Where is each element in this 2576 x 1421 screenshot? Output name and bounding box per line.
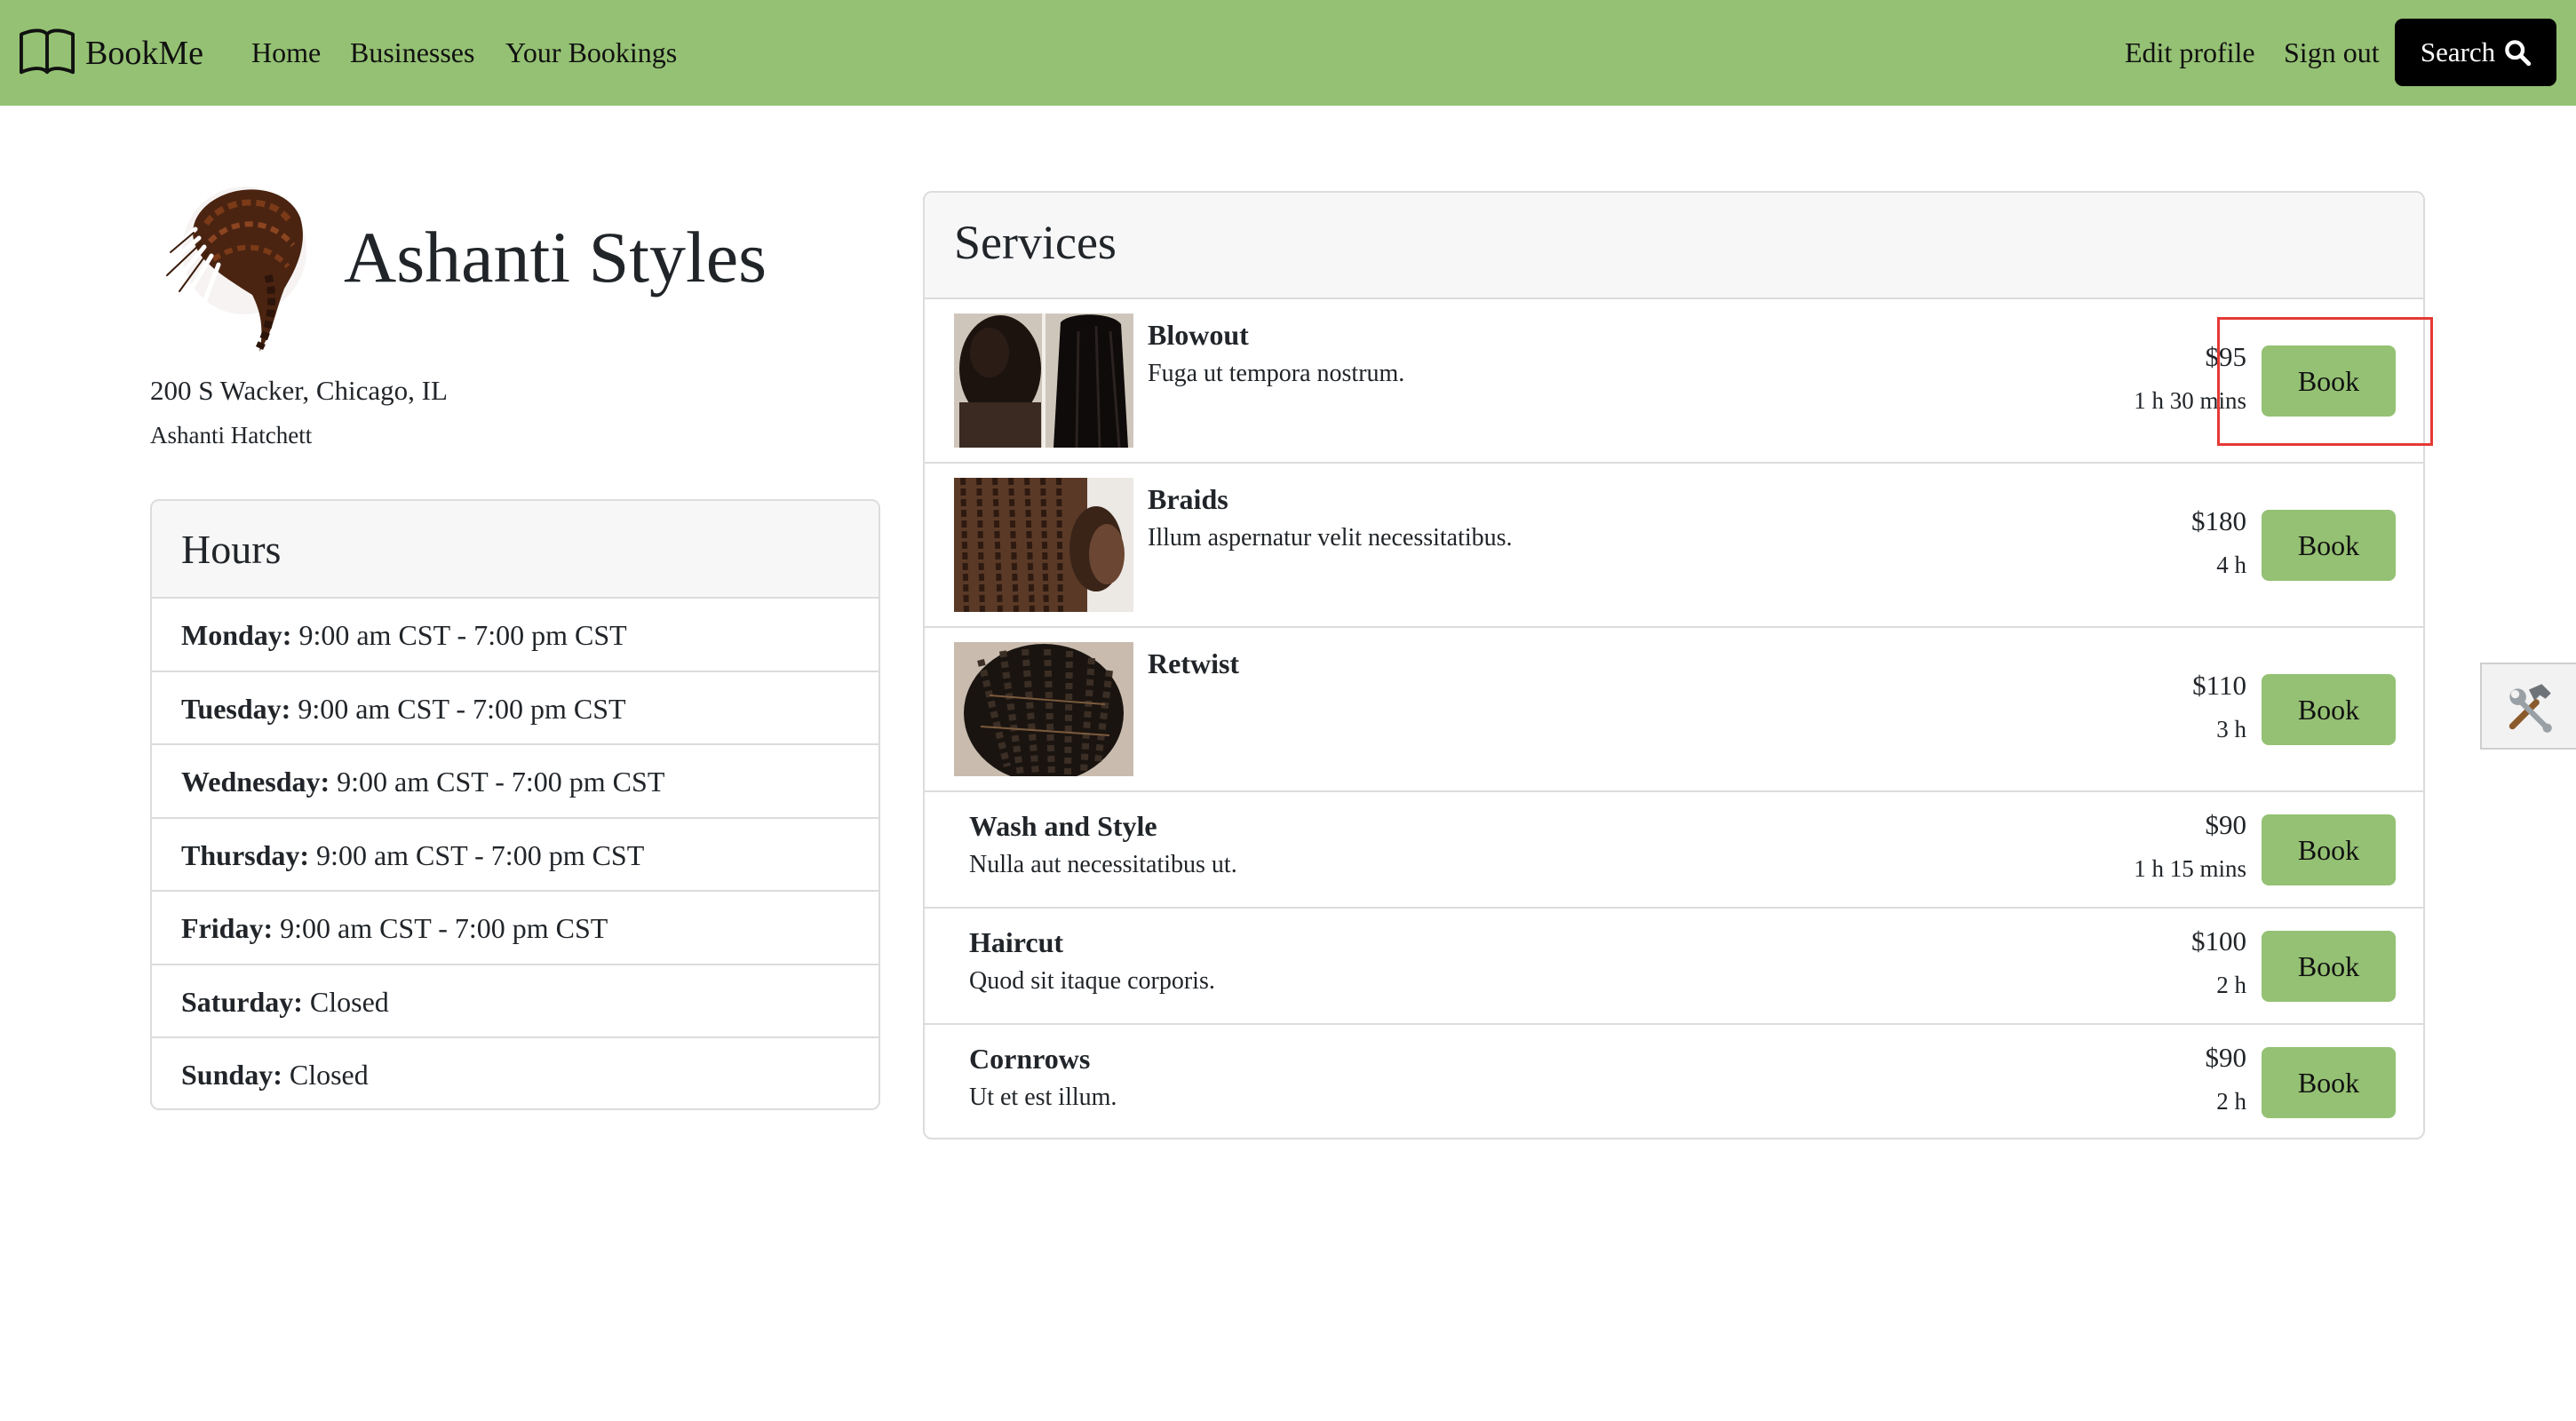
service-row-haircut: Haircut Quod sit itaque corporis. $100 2… [925,909,2423,1025]
retwist-photo [954,642,1133,776]
search-button[interactable]: Search [2395,19,2556,86]
hours-row-tuesday: Tuesday: 9:00 am CST - 7:00 pm CST [152,672,879,745]
business-address: 200 S Wacker, Chicago, IL [150,375,448,406]
service-name: Wash and Style [969,810,1157,842]
day-label: Sunday: [181,1059,282,1091]
service-duration: 1 h 15 mins [2134,855,2246,882]
service-name: Retwist [1148,647,1240,679]
tools-button[interactable] [2480,663,2576,750]
day-label: Saturday: [181,985,303,1018]
service-description: Fuga ut tempora nostrum. [1148,360,1405,387]
nav-link-businesses[interactable]: Businesses [350,33,474,72]
book-button-blowout[interactable]: Book [2262,345,2396,417]
day-label: Friday: [181,912,274,944]
service-name: Braids [1148,483,1228,515]
service-price: $90 [2205,1042,2247,1073]
business-owner: Ashanti Hatchett [150,422,313,449]
service-name: Blowout [1148,319,1249,351]
service-row-wash-and-style: Wash and Style Nulla aut necessitatibus … [925,792,2423,909]
search-button-label: Search [2420,36,2496,67]
hours-row-sunday: Sunday: Closed [152,1038,879,1108]
nav-link-your-bookings[interactable]: Your Bookings [505,33,677,72]
service-duration: 1 h 30 mins [2134,387,2246,414]
book-button-haircut[interactable]: Book [2262,931,2396,1002]
service-row-braids: Braids Illum aspernatur velit necessitat… [925,464,2423,628]
service-description: Ut et est illum. [969,1084,1117,1111]
hours-title: Hours [152,501,879,599]
hours-row-thursday: Thursday: 9:00 am CST - 7:00 pm CST [152,819,879,892]
nav-link-home[interactable]: Home [251,33,321,72]
book-button-wash-and-style[interactable]: Book [2262,814,2396,885]
book-button-cornrows[interactable]: Book [2262,1047,2396,1118]
service-price: $180 [2191,505,2246,536]
service-description: Illum aspernatur velit necessitatibus. [1148,524,1513,552]
hours-value: Closed [309,985,389,1018]
blowout-photo [954,314,1133,448]
service-price: $100 [2191,925,2246,957]
service-duration: 2 h [2216,972,2246,998]
hours-value: 9:00 am CST - 7:00 pm CST [280,912,608,944]
services-title: Services [925,193,2423,299]
hours-row-friday: Friday: 9:00 am CST - 7:00 pm CST [152,892,879,965]
hours-row-saturday: Saturday: Closed [152,965,879,1038]
edit-profile-link[interactable]: Edit profile [2125,33,2255,72]
book-icon [20,28,75,75]
hours-value: 9:00 am CST - 7:00 pm CST [298,692,626,725]
hours-value: 9:00 am CST - 7:00 pm CST [337,766,665,798]
hours-value: Closed [289,1059,369,1091]
service-duration: 2 h [2216,1088,2246,1115]
book-button-braids[interactable]: Book [2262,510,2396,581]
service-name: Haircut [969,926,1064,958]
sign-out-link[interactable]: Sign out [2284,33,2380,72]
services-card: Services Blowout Fuga ut tempora nostrum… [923,191,2425,1139]
book-button-retwist[interactable]: Book [2262,674,2396,745]
service-duration: 3 h [2216,716,2246,742]
top-navbar: BookMe Home Businesses Your Bookings Edi… [0,0,2576,106]
search-icon [2505,40,2532,66]
service-price: $90 [2205,809,2247,840]
hours-row-monday: Monday: 9:00 am CST - 7:00 pm CST [152,599,879,672]
day-label: Thursday: [181,838,310,871]
service-duration: 4 h [2216,552,2246,578]
service-description: Nulla aut necessitatibus ut. [969,851,1237,878]
hours-value: 9:00 am CST - 7:00 pm CST [298,619,627,651]
business-name: Ashanti Styles [344,217,767,298]
brand-name: BookMe [85,35,203,72]
business-logo [159,178,315,352]
service-row-retwist: Retwist $110 3 h Book [925,628,2423,792]
hours-row-wednesday: Wednesday: 9:00 am CST - 7:00 pm CST [152,745,879,819]
day-label: Tuesday: [181,692,291,725]
day-label: Monday: [181,619,292,651]
service-name: Cornrows [969,1043,1091,1075]
service-description: Quod sit itaque corporis. [969,967,1215,995]
service-row-blowout: Blowout Fuga ut tempora nostrum. $95 1 h… [925,299,2423,464]
service-price: $110 [2192,670,2246,701]
hammer-wrench-icon [2508,684,2552,733]
brand-link[interactable]: BookMe [20,25,203,82]
braids-photo [954,478,1133,612]
braided-hair-icon [159,187,306,352]
day-label: Wednesday: [181,766,330,798]
service-price: $95 [2205,341,2247,372]
hours-card: Hours Monday: 9:00 am CST - 7:00 pm CST … [150,499,880,1110]
hours-value: 9:00 am CST - 7:00 pm CST [316,838,645,871]
service-row-cornrows: Cornrows Ut et est illum. $90 2 h Book [925,1025,2423,1138]
